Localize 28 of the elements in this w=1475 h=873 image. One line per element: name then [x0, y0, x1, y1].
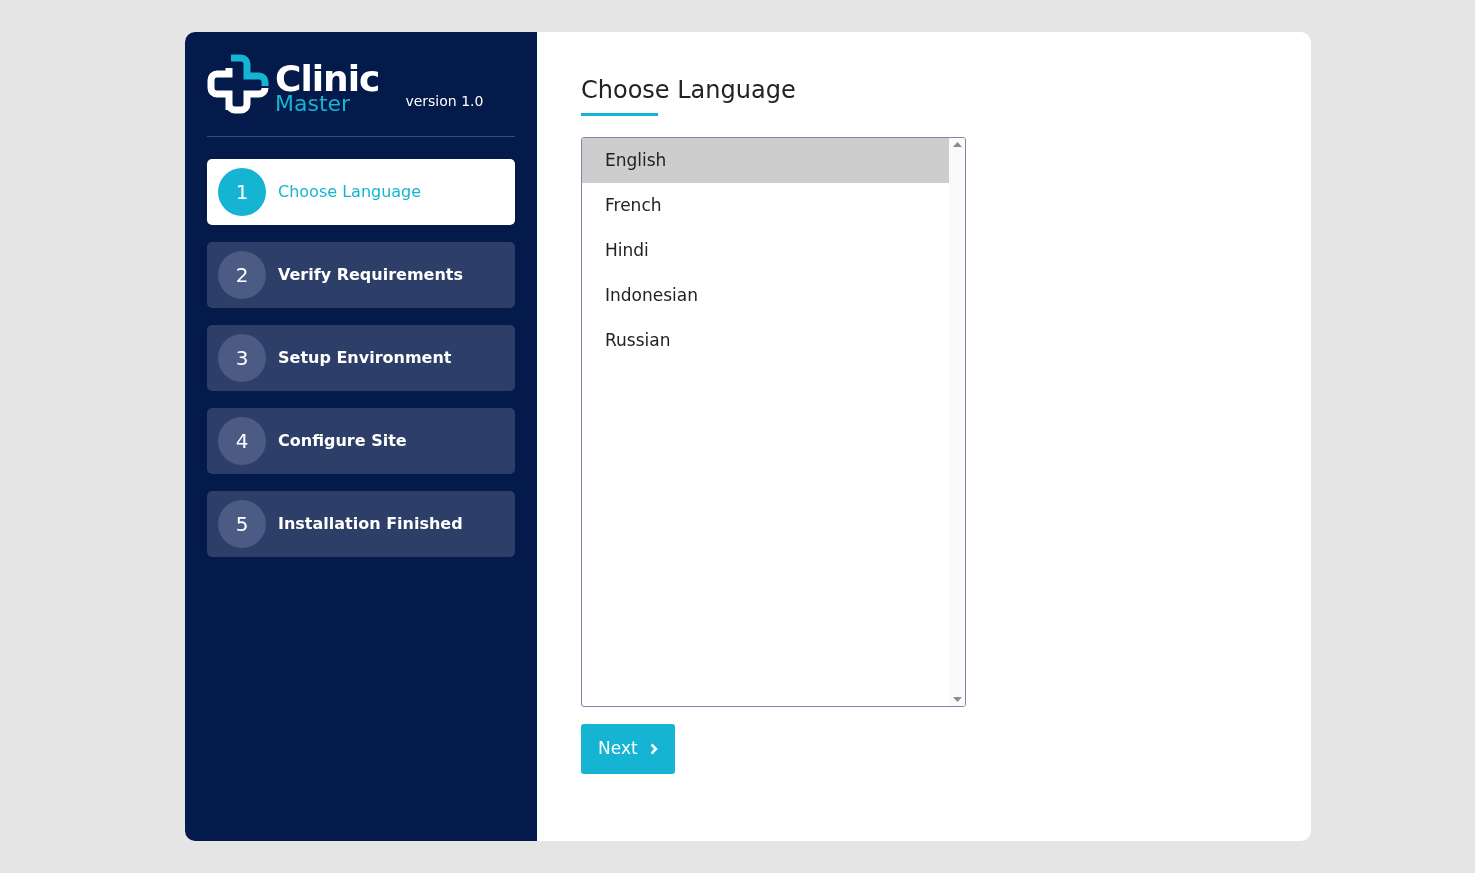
- language-option[interactable]: Russian: [582, 317, 949, 363]
- step-number: 3: [218, 334, 266, 382]
- step-number: 1: [218, 168, 266, 216]
- language-option[interactable]: English: [582, 137, 949, 183]
- language-option[interactable]: Indonesian: [582, 272, 949, 318]
- wizard-step[interactable]: 3 Setup Environment: [207, 325, 515, 391]
- chevron-right-icon: [649, 742, 658, 755]
- step-number: 4: [218, 417, 266, 465]
- language-option[interactable]: Hindi: [582, 227, 949, 273]
- scroll-down-icon[interactable]: [952, 696, 962, 702]
- step-number: 2: [218, 251, 266, 299]
- wizard-step[interactable]: 2 Verify Requirements: [207, 242, 515, 308]
- page-heading: Choose Language: [581, 76, 797, 106]
- step-label: Verify Requirements: [278, 264, 464, 286]
- step-label: Configure Site: [278, 430, 407, 452]
- step-label: Choose Language: [278, 181, 422, 203]
- brand-subtitle: Master: [275, 94, 351, 114]
- scroll-up-icon[interactable]: [952, 141, 962, 147]
- logo-icon: [207, 54, 269, 114]
- brand-name: Clinic: [275, 64, 380, 94]
- step-label: Setup Environment: [278, 347, 452, 369]
- language-option[interactable]: French: [582, 182, 949, 228]
- language-listbox[interactable]: English French Hindi Indonesian Russian: [581, 136, 966, 707]
- wizard-step[interactable]: 5 Installation Finished: [207, 491, 515, 557]
- step-label: Installation Finished: [278, 513, 463, 535]
- version-label: version 1.0: [405, 92, 484, 111]
- wizard-step[interactable]: 4 Configure Site: [207, 408, 515, 474]
- step-number: 5: [218, 500, 266, 548]
